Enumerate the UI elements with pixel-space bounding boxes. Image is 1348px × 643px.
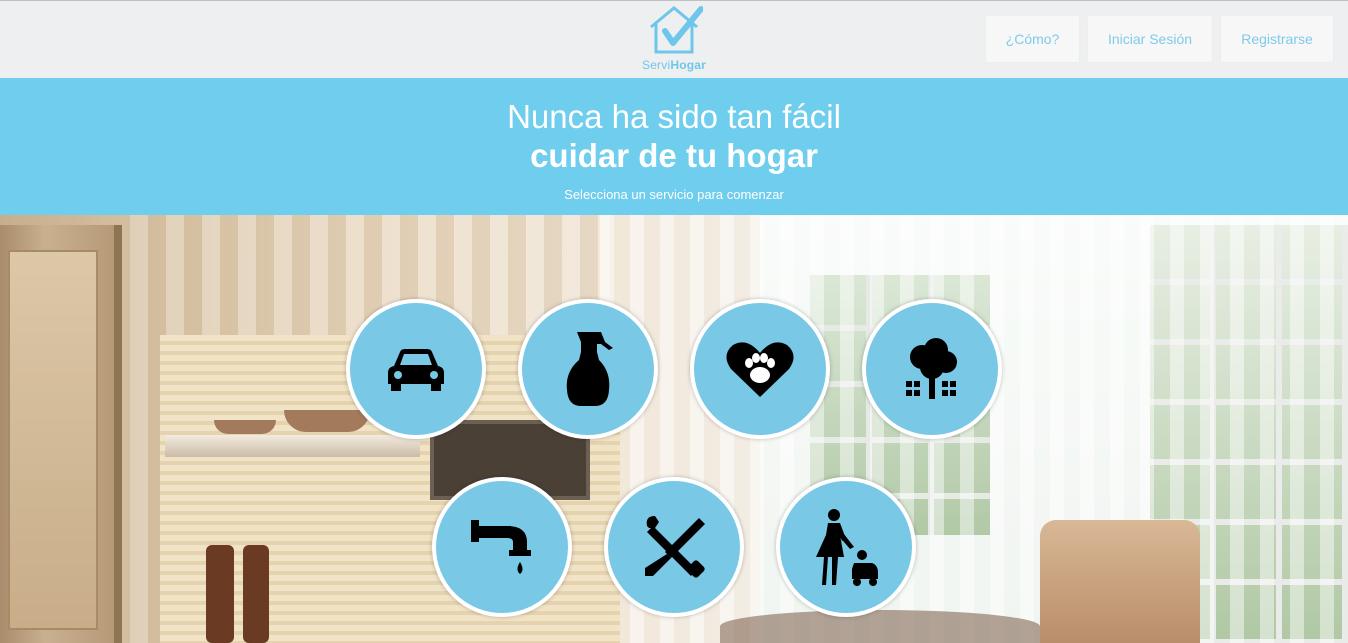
faucet-icon xyxy=(471,520,531,574)
vase xyxy=(206,545,234,643)
service-cleaning-button[interactable] xyxy=(518,299,658,439)
wrench-screwdriver-icon xyxy=(645,516,705,578)
hero-title-line2: cuidar de tu hogar xyxy=(530,137,818,174)
service-plumbing-button[interactable] xyxy=(432,477,572,617)
tree-garden-icon xyxy=(906,338,957,399)
top-navbar: ServiHogar ¿Cómo? Iniciar Sesión Registr… xyxy=(0,0,1348,78)
bowl xyxy=(284,410,370,432)
spray-bottle-icon xyxy=(566,332,613,406)
service-repairs-button[interactable] xyxy=(604,477,744,617)
babysitter-icon xyxy=(816,509,878,586)
como-button[interactable]: ¿Cómo? xyxy=(985,15,1080,63)
service-car-button[interactable] xyxy=(346,299,486,439)
brand-name-part1: Servi xyxy=(641,58,671,72)
service-garden-button[interactable] xyxy=(862,299,1002,439)
service-childcare-button[interactable] xyxy=(776,477,916,617)
car-icon xyxy=(388,349,444,391)
door-glass xyxy=(8,250,98,630)
bowl xyxy=(214,420,276,434)
service-pets-button[interactable] xyxy=(690,299,830,439)
coffee-table xyxy=(720,610,1040,643)
login-button[interactable]: Iniciar Sesión xyxy=(1087,15,1213,63)
shelf xyxy=(165,435,420,457)
hero-title-line1: Nunca ha sido tan fácil xyxy=(507,98,841,135)
brand-name-part2: Hogar xyxy=(670,58,706,72)
hero-subtitle: Selecciona un servicio para comenzar xyxy=(564,187,784,202)
armchair xyxy=(1040,520,1200,643)
door xyxy=(0,225,122,643)
house-check-icon xyxy=(650,6,703,54)
hero-banner: Nunca ha sido tan fácil cuidar de tu hog… xyxy=(0,78,1348,215)
brand-logo[interactable]: ServiHogar xyxy=(636,5,712,73)
brand-name: ServiHogar xyxy=(636,58,712,72)
vase xyxy=(243,545,269,643)
pet-heart-icon xyxy=(726,342,794,397)
register-button[interactable]: Registrarse xyxy=(1220,15,1334,63)
